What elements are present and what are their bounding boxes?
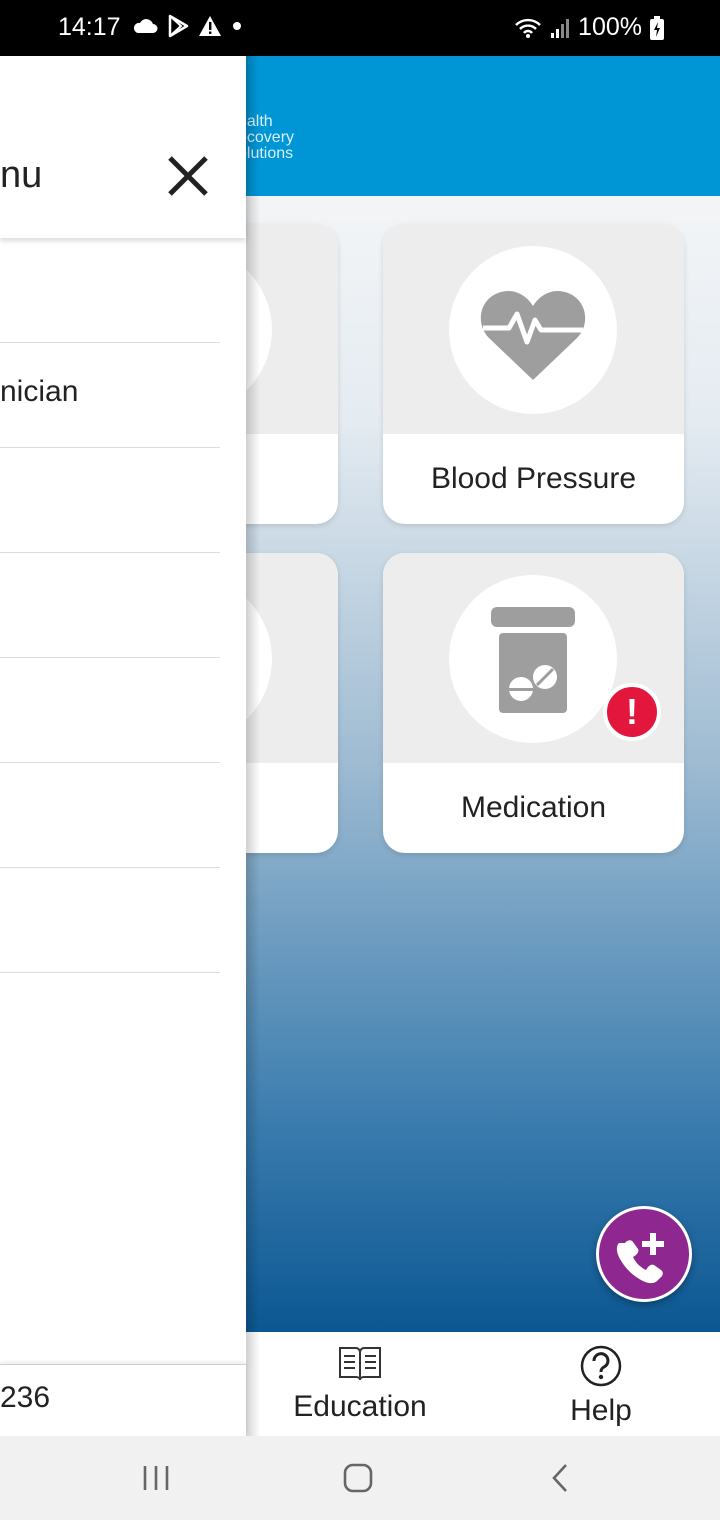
menu-item-clinician[interactable]: nician — [0, 343, 220, 448]
call-clinician-button[interactable] — [596, 1206, 692, 1302]
drawer-footer-text: 236 — [0, 1381, 51, 1414]
drawer-title: nu — [0, 154, 43, 196]
side-menu-drawer: nu nician 236 — [0, 56, 246, 1436]
menu-item[interactable] — [0, 658, 220, 763]
wifi-icon — [515, 18, 541, 38]
book-icon — [339, 1347, 381, 1381]
dot-icon — [233, 22, 241, 30]
alert-badge: ! — [603, 683, 661, 741]
cloud-icon — [133, 19, 158, 33]
close-icon — [168, 156, 208, 196]
tile-label: Blood Pressure — [430, 462, 637, 495]
menu-item[interactable] — [0, 868, 220, 973]
nav-education[interactable]: Education — [282, 1332, 438, 1436]
nav-education-label: Education — [293, 1390, 427, 1423]
close-menu-button[interactable] — [160, 148, 216, 204]
play-store-icon — [168, 14, 189, 38]
nav-help[interactable]: Help — [540, 1332, 662, 1436]
warning-icon — [199, 16, 221, 36]
drawer-footer: 236 — [0, 1364, 246, 1436]
tile-label: Medication — [460, 791, 607, 824]
back-icon — [552, 1464, 567, 1492]
heart-pulse-icon — [480, 290, 586, 380]
back-button[interactable] — [538, 1456, 582, 1500]
pill-bottle-icon — [491, 607, 575, 713]
signal-icon — [551, 18, 570, 38]
home-button[interactable] — [336, 1456, 380, 1500]
recent-apps-icon — [143, 1466, 169, 1490]
home-icon — [343, 1463, 373, 1493]
system-nav-bar — [0, 1436, 720, 1520]
call-plus-icon — [616, 1233, 664, 1284]
battery-charging-icon — [650, 15, 664, 40]
menu-item[interactable] — [0, 763, 220, 868]
help-icon — [580, 1345, 622, 1387]
battery-level: 100% — [578, 13, 642, 41]
status-time: 14:17 — [58, 13, 121, 41]
tile-medication[interactable]: ! Medication — [383, 553, 684, 853]
menu-item[interactable] — [0, 448, 220, 553]
tile-blood-pressure[interactable]: Blood Pressure — [383, 224, 684, 524]
recent-apps-button[interactable] — [134, 1456, 178, 1500]
nav-help-label: Help — [570, 1394, 632, 1427]
drawer-header: nu — [0, 56, 246, 238]
menu-item[interactable] — [0, 238, 220, 343]
menu-item[interactable] — [0, 553, 220, 658]
status-bar: 14:17 100% — [0, 0, 720, 56]
